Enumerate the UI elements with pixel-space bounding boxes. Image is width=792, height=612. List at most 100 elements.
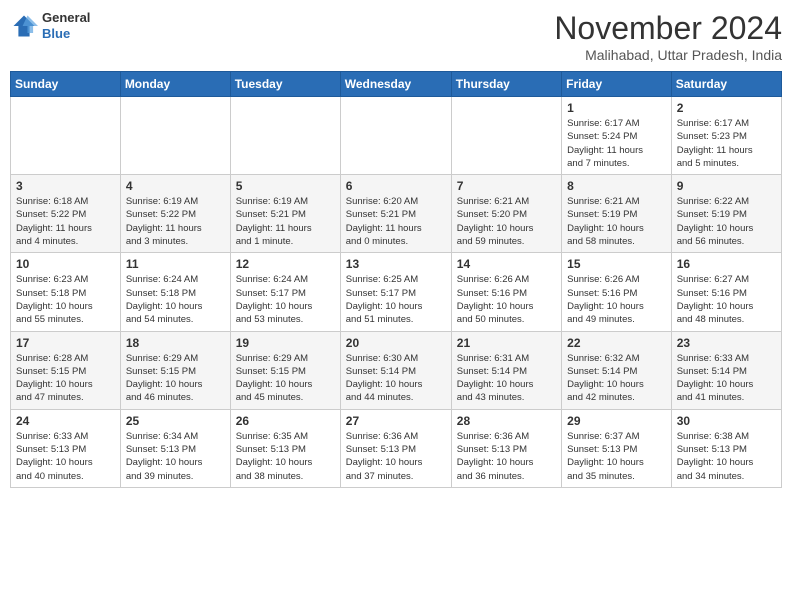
week-row-4: 17Sunrise: 6:28 AM Sunset: 5:15 PM Dayli…: [11, 331, 782, 409]
calendar-cell: [451, 97, 561, 175]
calendar-cell: [230, 97, 340, 175]
day-info: Sunrise: 6:17 AM Sunset: 5:24 PM Dayligh…: [567, 117, 666, 170]
week-row-5: 24 Sunrise: 6:33 AM Sunset: 5:13 PM Dayli…: [11, 409, 782, 487]
calendar-cell: 7 Sunrise: 6:21 AM Sunset: 5:20 PM Daylig…: [451, 175, 561, 253]
day-info: Sunrise: 6:27 AM Sunset: 5:16 PM Dayligh…: [677, 273, 776, 326]
calendar-table: SundayMondayTuesdayWednesdayThursdayFrid…: [10, 71, 782, 488]
calendar-cell: 30 Sunrise: 6:38 AM Sunset: 5:13 PM Dayli…: [671, 409, 781, 487]
day-number: 18: [126, 336, 225, 350]
day-number: 15: [567, 257, 666, 271]
calendar-cell: 20 Sunrise: 6:30 AM Sunset: 5:14 PM Dayli…: [340, 331, 451, 409]
day-info: Sunrise: 6:33 AM Sunset: 5:13 PM Dayligh…: [16, 430, 115, 483]
calendar-cell: 14 Sunrise: 6:26 AM Sunset: 5:16 PM Dayli…: [451, 253, 561, 331]
day-number: 4: [126, 179, 225, 193]
day-info: Sunrise: 6:38 AM Sunset: 5:13 PM Dayligh…: [677, 430, 776, 483]
day-info: Sunrise: 6:33 AM Sunset: 5:14 PM Dayligh…: [677, 352, 776, 405]
calendar-cell: 8 Sunrise: 6:21 AM Sunset: 5:19 PM Daylig…: [562, 175, 672, 253]
day-info: Sunrise: 6:31 AM Sunset: 5:14 PM Dayligh…: [457, 352, 556, 405]
calendar-cell: 28 Sunrise: 6:36 AM Sunset: 5:13 PM Dayli…: [451, 409, 561, 487]
day-info: Sunrise: 6:34 AM Sunset: 5:13 PM Dayligh…: [126, 430, 225, 483]
page-header: General Blue November 2024 Malihabad, Ut…: [10, 10, 782, 63]
calendar-cell: 1 Sunrise: 6:17 AM Sunset: 5:24 PM Daylig…: [562, 97, 672, 175]
location: Malihabad, Uttar Pradesh, India: [554, 47, 782, 63]
day-number: 8: [567, 179, 666, 193]
day-info: Sunrise: 6:23 AM Sunset: 5:18 PM Dayligh…: [16, 273, 115, 326]
calendar-cell: 4 Sunrise: 6:19 AM Sunset: 5:22 PM Daylig…: [120, 175, 230, 253]
day-number: 12: [236, 257, 335, 271]
calendar-cell: 15 Sunrise: 6:26 AM Sunset: 5:16 PM Dayli…: [562, 253, 672, 331]
calendar-cell: 21 Sunrise: 6:31 AM Sunset: 5:14 PM Dayli…: [451, 331, 561, 409]
day-info: Sunrise: 6:19 AM Sunset: 5:21 PM Dayligh…: [236, 195, 335, 248]
day-number: 24: [16, 414, 115, 428]
day-number: 14: [457, 257, 556, 271]
calendar-cell: 2Sunrise: 6:17 AM Sunset: 5:23 PM Daylig…: [671, 97, 781, 175]
calendar-cell: 13Sunrise: 6:25 AM Sunset: 5:17 PM Dayli…: [340, 253, 451, 331]
day-number: 6: [346, 179, 446, 193]
day-info: Sunrise: 6:36 AM Sunset: 5:13 PM Dayligh…: [457, 430, 556, 483]
day-number: 20: [346, 336, 446, 350]
calendar-cell: 11 Sunrise: 6:24 AM Sunset: 5:18 PM Dayli…: [120, 253, 230, 331]
day-number: 21: [457, 336, 556, 350]
weekday-header-sunday: Sunday: [11, 72, 121, 97]
calendar-cell: 25 Sunrise: 6:34 AM Sunset: 5:13 PM Dayli…: [120, 409, 230, 487]
day-info: Sunrise: 6:36 AM Sunset: 5:13 PM Dayligh…: [346, 430, 446, 483]
day-number: 23: [677, 336, 776, 350]
day-number: 25: [126, 414, 225, 428]
logo: General Blue: [10, 10, 90, 41]
day-info: Sunrise: 6:24 AM Sunset: 5:18 PM Dayligh…: [126, 273, 225, 326]
week-row-1: 1 Sunrise: 6:17 AM Sunset: 5:24 PM Daylig…: [11, 97, 782, 175]
calendar-cell: 3 Sunrise: 6:18 AM Sunset: 5:22 PM Daylig…: [11, 175, 121, 253]
day-info: Sunrise: 6:26 AM Sunset: 5:16 PM Dayligh…: [457, 273, 556, 326]
day-info: Sunrise: 6:21 AM Sunset: 5:19 PM Dayligh…: [567, 195, 666, 248]
month-title: November 2024: [554, 10, 782, 47]
weekday-header-friday: Friday: [562, 72, 672, 97]
calendar-cell: 9 Sunrise: 6:22 AM Sunset: 5:19 PM Daylig…: [671, 175, 781, 253]
calendar-cell: 17Sunrise: 6:28 AM Sunset: 5:15 PM Dayli…: [11, 331, 121, 409]
day-number: 10: [16, 257, 115, 271]
day-number: 28: [457, 414, 556, 428]
calendar-cell: 22Sunrise: 6:32 AM Sunset: 5:14 PM Dayli…: [562, 331, 672, 409]
calendar-cell: 19 Sunrise: 6:29 AM Sunset: 5:15 PM Dayli…: [230, 331, 340, 409]
calendar-cell: 16 Sunrise: 6:27 AM Sunset: 5:16 PM Dayli…: [671, 253, 781, 331]
day-info: Sunrise: 6:25 AM Sunset: 5:17 PM Dayligh…: [346, 273, 446, 326]
day-number: 11: [126, 257, 225, 271]
day-number: 3: [16, 179, 115, 193]
day-number: 29: [567, 414, 666, 428]
day-number: 1: [567, 101, 666, 115]
day-info: Sunrise: 6:30 AM Sunset: 5:14 PM Dayligh…: [346, 352, 446, 405]
calendar-cell: 18Sunrise: 6:29 AM Sunset: 5:15 PM Dayli…: [120, 331, 230, 409]
logo-text: General Blue: [42, 10, 90, 41]
day-info: Sunrise: 6:26 AM Sunset: 5:16 PM Dayligh…: [567, 273, 666, 326]
calendar-cell: 23 Sunrise: 6:33 AM Sunset: 5:14 PM Dayli…: [671, 331, 781, 409]
calendar-cell: [340, 97, 451, 175]
logo-icon: [10, 12, 38, 40]
day-number: 19: [236, 336, 335, 350]
day-number: 9: [677, 179, 776, 193]
weekday-header-monday: Monday: [120, 72, 230, 97]
day-info: Sunrise: 6:29 AM Sunset: 5:15 PM Dayligh…: [236, 352, 335, 405]
calendar-cell: 6 Sunrise: 6:20 AM Sunset: 5:21 PM Daylig…: [340, 175, 451, 253]
weekday-header-tuesday: Tuesday: [230, 72, 340, 97]
day-info: Sunrise: 6:19 AM Sunset: 5:22 PM Dayligh…: [126, 195, 225, 248]
day-info: Sunrise: 6:37 AM Sunset: 5:13 PM Dayligh…: [567, 430, 666, 483]
calendar-cell: 29 Sunrise: 6:37 AM Sunset: 5:13 PM Dayli…: [562, 409, 672, 487]
day-number: 7: [457, 179, 556, 193]
day-number: 16: [677, 257, 776, 271]
day-info: Sunrise: 6:28 AM Sunset: 5:15 PM Dayligh…: [16, 352, 115, 405]
calendar-cell: [120, 97, 230, 175]
day-number: 22: [567, 336, 666, 350]
day-info: Sunrise: 6:35 AM Sunset: 5:13 PM Dayligh…: [236, 430, 335, 483]
weekday-header-row: SundayMondayTuesdayWednesdayThursdayFrid…: [11, 72, 782, 97]
title-block: November 2024 Malihabad, Uttar Pradesh, …: [554, 10, 782, 63]
day-info: Sunrise: 6:22 AM Sunset: 5:19 PM Dayligh…: [677, 195, 776, 248]
calendar-cell: 12 Sunrise: 6:24 AM Sunset: 5:17 PM Dayli…: [230, 253, 340, 331]
day-number: 5: [236, 179, 335, 193]
day-info: Sunrise: 6:21 AM Sunset: 5:20 PM Dayligh…: [457, 195, 556, 248]
week-row-2: 3 Sunrise: 6:18 AM Sunset: 5:22 PM Daylig…: [11, 175, 782, 253]
day-info: Sunrise: 6:20 AM Sunset: 5:21 PM Dayligh…: [346, 195, 446, 248]
day-info: Sunrise: 6:24 AM Sunset: 5:17 PM Dayligh…: [236, 273, 335, 326]
day-number: 27: [346, 414, 446, 428]
day-number: 26: [236, 414, 335, 428]
day-info: Sunrise: 6:18 AM Sunset: 5:22 PM Dayligh…: [16, 195, 115, 248]
day-number: 30: [677, 414, 776, 428]
